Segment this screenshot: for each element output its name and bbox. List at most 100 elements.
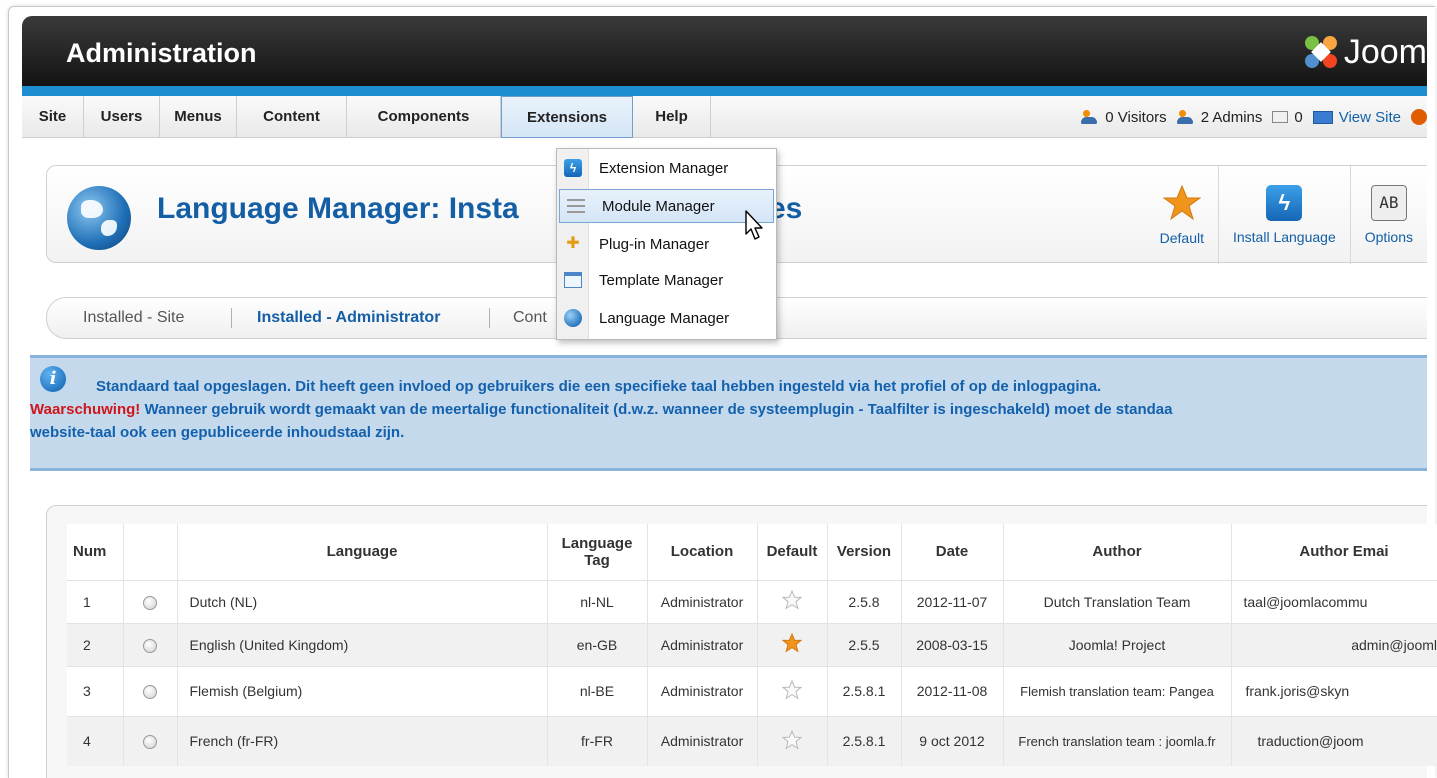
install-language-label: Install Language [1232,229,1336,245]
menu-content[interactable]: Content [237,96,347,138]
main-menu-bar: Site Users Menus Content Components Exte… [22,96,1427,138]
col-date[interactable]: Date [901,524,1004,580]
default-button[interactable]: Default [1146,166,1218,264]
logout-icon[interactable] [1411,109,1427,125]
col-num[interactable]: Num [67,524,124,580]
options-button[interactable]: AB Options [1349,166,1427,264]
row-location: Administrator [647,622,758,666]
row-tag: nl-BE [547,665,648,716]
extension-icon: ϟ [564,159,582,177]
menu-item-label: Module Manager [602,197,715,215]
language-icon [564,309,582,327]
install-language-button[interactable]: ϟ Install Language [1217,166,1350,264]
admins-icon [1176,110,1195,124]
menu-item-label: Language Manager [599,309,730,327]
row-num: 3 [67,665,124,716]
tab-installed-site[interactable]: Installed - Site [83,298,184,338]
row-default [757,579,828,623]
row-select [123,622,178,666]
row-version: 2.5.8.1 [827,665,902,716]
options-label: Options [1364,229,1413,245]
row-author: Dutch Translation Team [1003,579,1232,623]
row-version: 2.5.8 [827,579,902,623]
row-language: English (United Kingdom) [177,622,548,666]
plugin-icon: ✚ [566,235,580,252]
menu-components[interactable]: Components [347,96,501,138]
menu-item-language-manager[interactable]: Language Manager [557,301,776,335]
menu-item-extension-manager[interactable]: ϟ Extension Manager [557,151,776,185]
tab-content[interactable]: Cont [513,298,547,338]
menu-item-template-manager[interactable]: Template Manager [557,263,776,297]
star-outline-icon[interactable] [781,679,803,700]
view-site-link[interactable]: View Site [1312,108,1401,126]
menu-extensions[interactable]: Extensions [501,96,633,138]
menu-item-module-manager[interactable]: Module Manager [559,189,774,223]
status-area: 0 Visitors 2 Admins 0 View Site [1081,96,1427,138]
table-row[interactable]: 2 English (United Kingdom) en-GB Adminis… [67,622,1437,666]
admin-title: Administration [66,38,257,68]
visitors-icon [1081,110,1099,124]
menu-item-label: Extension Manager [599,159,729,177]
template-icon [564,272,582,288]
row-tag: en-GB [547,622,648,666]
row-author: Flemish translation team: Pangea [1003,665,1232,716]
module-icon [567,199,585,213]
main-menu: Site Users Menus Content Components Exte… [22,96,711,138]
menu-site[interactable]: Site [22,96,84,138]
menu-menus[interactable]: Menus [160,96,237,138]
row-language: Flemish (Belgium) [177,665,548,716]
col-language-tag[interactable]: Language Tag [547,524,648,580]
col-select [123,524,178,580]
col-location[interactable]: Location [647,524,758,580]
row-location: Administrator [647,579,758,623]
col-author-email[interactable]: Author Emai [1231,524,1437,580]
row-radio[interactable] [143,685,157,700]
install-icon: ϟ [1266,185,1303,221]
messages-status[interactable]: 0 [1272,109,1303,126]
col-author[interactable]: Author [1003,524,1232,580]
row-num: 1 [67,579,124,623]
col-version[interactable]: Version [827,524,902,580]
row-radio[interactable] [143,595,157,610]
row-author: Joomla! Project [1003,622,1232,666]
row-version: 2.5.8.1 [827,715,902,766]
row-radio[interactable] [143,735,157,750]
view-site-label: View Site [1338,108,1401,126]
message-line-2: Waarschuwing! Wanneer gebruik wordt gema… [30,401,1173,418]
mail-icon [1272,111,1289,123]
row-default [757,622,828,666]
info-icon: i [40,366,66,392]
extensions-dropdown: ϟ Extension Manager Module Manager ✚ Plu… [556,148,777,340]
page-title: Language Manager: Insta es [157,192,802,226]
row-author: French translation team : joomla.fr [1003,715,1232,766]
row-default [757,715,828,766]
message-line-3: website-taal ook een gepubliceerde inhou… [30,424,405,441]
star-outline-icon[interactable] [781,729,803,750]
table-row[interactable]: 4 French (fr-FR) fr-FR Administrator 2.5… [67,715,1437,766]
col-language[interactable]: Language [177,524,548,580]
mouse-pointer-icon [745,210,763,240]
tab-installed-administrator[interactable]: Installed - Administrator [257,298,440,338]
table-row[interactable]: 3 Flemish (Belgium) nl-BE Administrator … [67,665,1437,716]
menu-users[interactable]: Users [84,96,160,138]
joomla-logo[interactable]: Joom [1302,32,1427,72]
row-num: 2 [67,622,124,666]
row-email: frank.joris@skyn [1231,665,1437,716]
menu-help[interactable]: Help [633,96,711,138]
row-email: traduction@joom [1231,715,1437,766]
star-outline-icon[interactable] [781,589,803,610]
page-title-text: Language Manager: Insta [157,192,519,225]
col-default[interactable]: Default [757,524,828,580]
warning-label: Waarschuwing! [30,401,141,418]
toolbar-buttons: Default ϟ Install Language AB Options [1146,166,1427,264]
row-language: French (fr-FR) [177,715,548,766]
row-date: 2012-11-08 [901,665,1004,716]
star-icon [1162,184,1202,222]
default-button-label: Default [1159,230,1204,246]
table-row[interactable]: 1 Dutch (NL) nl-NL Administrator 2.5.8 2… [67,579,1437,623]
row-location: Administrator [647,665,758,716]
row-email: admin@joomla.o [1231,622,1437,666]
row-language: Dutch (NL) [177,579,548,623]
row-radio[interactable] [143,638,157,653]
joomla-logo-icon [1302,33,1340,71]
